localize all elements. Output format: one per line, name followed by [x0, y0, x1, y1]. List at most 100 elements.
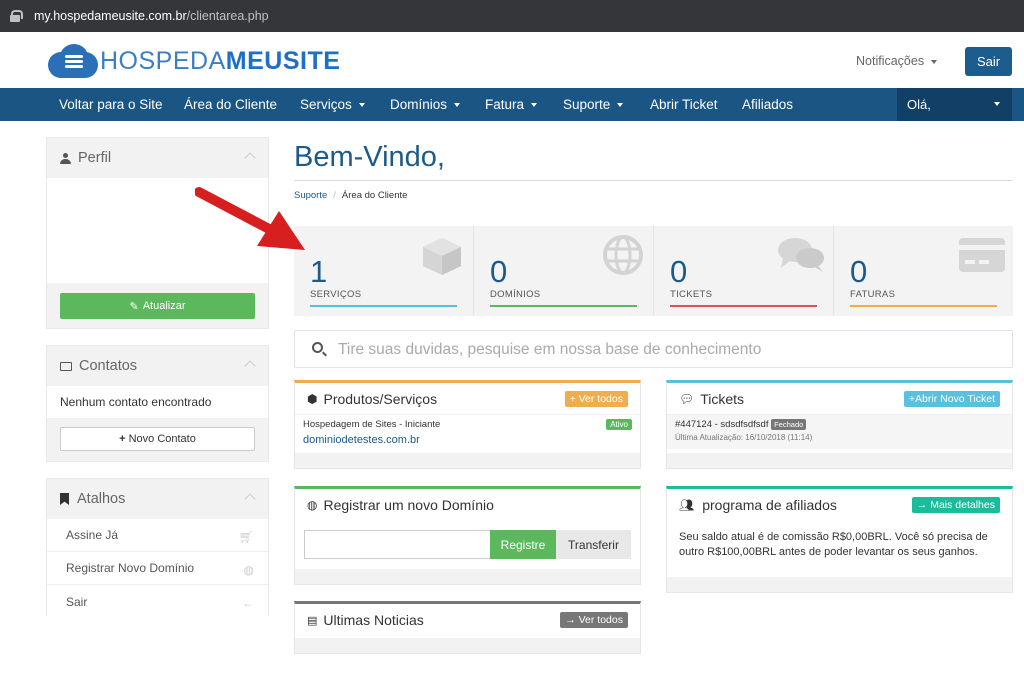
search-icon: [312, 342, 323, 353]
user-icon: [60, 152, 71, 164]
stat-invoices[interactable]: 0 FATURAS: [834, 226, 1013, 316]
ticket-list-item[interactable]: #447124 - sdsdfsdfsdf Fechado Última Atu…: [667, 415, 1012, 449]
nav-affiliates[interactable]: Afiliados: [742, 88, 793, 121]
search-placeholder: Tire suas duvidas, pesquise em nossa bas…: [338, 341, 762, 358]
chevron-up-icon[interactable]: [244, 152, 256, 164]
shortcut-subscribe[interactable]: Assine Já 🛒︎: [47, 519, 268, 552]
transfer-domain-button[interactable]: Transferir: [556, 530, 631, 559]
url-path: /clientarea.php: [186, 9, 269, 23]
shortcuts-title: Atalhos: [77, 491, 126, 507]
news-view-all-label: Ver todos: [578, 614, 623, 626]
shortcuts-panel-header[interactable]: Atalhos: [47, 479, 268, 519]
news-header: ▤ Ultimas Noticias → Ver todos: [295, 604, 640, 636]
products-title: Produtos/Serviços: [323, 390, 438, 407]
nav-services[interactable]: Serviços: [300, 88, 365, 121]
open-ticket-button[interactable]: +Abrir Novo Ticket: [903, 391, 1000, 407]
globe-icon: [603, 235, 643, 275]
update-profile-label: Atualizar: [142, 300, 186, 312]
stat-tickets-value: 0: [670, 254, 688, 289]
shortcut-logout[interactable]: Sair ←: [47, 585, 268, 618]
chevron-up-icon[interactable]: [244, 360, 256, 372]
contacts-panel-header[interactable]: Contatos: [47, 346, 268, 386]
new-contact-button[interactable]: + Novo Contato: [60, 427, 255, 451]
domain-search-input[interactable]: [304, 530, 490, 559]
nav-domains[interactable]: Domínios: [390, 88, 461, 121]
affiliates-text: Seu saldo atual é de comissão R$0,00BRL.…: [679, 531, 988, 558]
main-nav: Voltar para o Site Área do Cliente Servi…: [0, 88, 1024, 121]
stat-invoices-bar: [850, 305, 997, 307]
stat-tickets-bar: [670, 305, 817, 307]
site-logo[interactable]: HOSPEDAMEUSITE: [48, 44, 340, 78]
nav-domains-label: Domínios: [390, 97, 448, 112]
logo-text: HOSPEDAMEUSITE: [100, 46, 341, 75]
cube-icon: ⬢: [307, 391, 318, 406]
register-domain-header: ◍ Registrar um novo Domínio: [295, 489, 640, 521]
shortcut-register-domain[interactable]: Registrar Novo Domínio ◍: [47, 552, 268, 585]
stat-domains-bar: [490, 305, 637, 307]
affiliates-details-label: Mais detalhes: [930, 499, 995, 511]
user-menu[interactable]: Olá,: [897, 88, 1012, 121]
register-domain-card: ◍ Registrar um novo Domínio Registre Tra…: [294, 486, 641, 585]
chat-icon: 💬︎: [679, 391, 695, 406]
pencil-icon: ✎: [129, 300, 139, 313]
lock-icon: [10, 10, 23, 22]
stat-services[interactable]: 1 SERVIÇOS: [294, 226, 474, 316]
title-divider: [294, 180, 1013, 181]
stat-domains[interactable]: 0 DOMÍNIOS: [474, 226, 654, 316]
red-arrow-annotation: [195, 187, 305, 250]
cube-icon: [423, 238, 461, 275]
ticket-status-badge: Fechado: [771, 419, 807, 430]
product-name: Hospedagem de Sites - Iniciante: [303, 419, 441, 430]
breadcrumb-client-area: Área do Cliente: [341, 190, 408, 201]
ticket-last-update: Última Atualização: 16/10/2018 (11:14): [675, 433, 813, 442]
nav-support-label: Suporte: [563, 97, 611, 112]
shortcut-register-domain-label: Registrar Novo Domínio: [66, 561, 195, 575]
bookmark-icon: [60, 493, 69, 505]
products-view-all-button[interactable]: + Ver todos: [564, 391, 628, 407]
shortcut-subscribe-label: Assine Já: [66, 528, 119, 542]
news-card: ▤ Ultimas Noticias → Ver todos: [294, 601, 641, 654]
tickets-card: 💬︎ Tickets +Abrir Novo Ticket #447124 - …: [666, 380, 1013, 469]
knowledgebase-search-input[interactable]: Tire suas duvidas, pesquise em nossa bas…: [294, 330, 1013, 368]
users-icon: 👥︎: [679, 498, 695, 512]
news-footer: [295, 638, 640, 653]
credit-card-icon: [959, 238, 1005, 272]
stat-services-label: SERVIÇOS: [310, 289, 362, 300]
affiliates-header: 👥︎ programa de afiliados → Mais detalhes: [667, 489, 1012, 521]
shortcuts-panel: Atalhos Assine Já 🛒︎ Registrar Novo Domí…: [46, 478, 269, 618]
affiliates-title: programa de afiliados: [702, 497, 837, 513]
affiliates-card: 👥︎ programa de afiliados → Mais detalhes…: [666, 486, 1013, 593]
affiliates-details-button[interactable]: → Mais detalhes: [911, 497, 1000, 513]
logout-button[interactable]: Sair: [965, 47, 1012, 76]
products-card-footer: [295, 453, 640, 468]
chevron-down-icon: [617, 103, 624, 108]
news-view-all-button[interactable]: → Ver todos: [560, 612, 628, 628]
status-badge: Ativo: [606, 419, 632, 430]
globe-icon: ◍: [243, 563, 254, 577]
stat-tickets[interactable]: 0 TICKETS: [654, 226, 834, 316]
plus-icon: +: [119, 433, 126, 445]
chevron-down-icon: [454, 103, 461, 108]
chevron-down-icon: [358, 103, 365, 108]
register-domain-button[interactable]: Registre: [490, 530, 556, 559]
browser-url-bar[interactable]: my.hospedameusite.com.br/clientarea.php: [0, 0, 1024, 32]
update-profile-button[interactable]: ✎ Atualizar: [60, 293, 255, 319]
cart-icon: 🛒︎: [238, 530, 254, 544]
arrow-right-icon: →: [916, 499, 931, 511]
chevron-up-icon[interactable]: [244, 493, 256, 505]
new-contact-label: Novo Contato: [128, 433, 196, 445]
news-title: Ultimas Noticias: [323, 612, 424, 628]
nav-back-to-site[interactable]: Voltar para o Site: [59, 88, 163, 121]
nav-client-area[interactable]: Área do Cliente: [184, 88, 277, 121]
notifications-dropdown[interactable]: Notificações: [856, 54, 938, 68]
product-list-item[interactable]: Hospedagem de Sites - Iniciante dominiod…: [295, 415, 640, 455]
products-card-header: ⬢ Produtos/Serviços + Ver todos: [295, 383, 640, 415]
profile-panel-header[interactable]: Perfil: [47, 138, 268, 178]
stat-tickets-label: TICKETS: [670, 289, 713, 300]
product-domain-link[interactable]: dominiodetestes.com.br: [303, 434, 632, 446]
nav-billing[interactable]: Fatura: [485, 88, 538, 121]
nav-open-ticket[interactable]: Abrir Ticket: [650, 88, 718, 121]
nav-support[interactable]: Suporte: [563, 88, 624, 121]
arrow-left-icon: ←: [242, 596, 254, 610]
chevron-down-icon: [994, 102, 1000, 106]
